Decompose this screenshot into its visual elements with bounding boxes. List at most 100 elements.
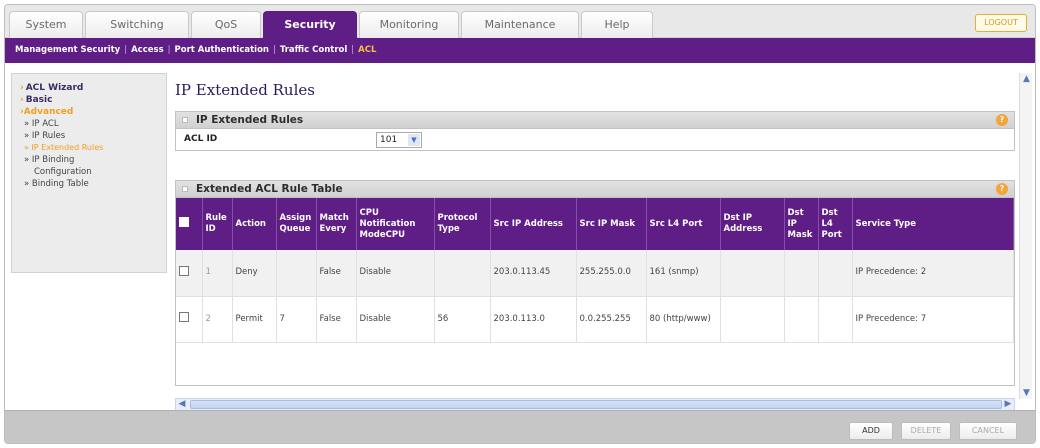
column-header: Src IP Mask — [576, 198, 647, 250]
column-header: Src IP Address — [490, 198, 577, 250]
column-header: Match Every — [316, 198, 357, 250]
rule-table: Rule ID Action Assign Queue Match Every … — [176, 198, 1014, 343]
tab-qos[interactable]: QoS — [191, 11, 261, 38]
section-bullet-icon — [182, 117, 188, 123]
acl-id-value: 101 — [380, 135, 398, 145]
chevron-right-icon: › — [20, 95, 24, 105]
scroll-left-icon[interactable]: ◀ — [176, 399, 188, 410]
table-cell — [784, 296, 819, 343]
scrollbar-thumb[interactable] — [190, 400, 1002, 409]
table-cell: 161 (snmp) — [646, 250, 721, 297]
subnav-separator: | — [167, 45, 171, 55]
left-menu: › ACL Wizard › Basic ›Advanced » IP ACL » … — [11, 73, 167, 273]
sub-navigation: Management Security | Access | Port Authenti… — [5, 38, 1035, 63]
tab-switching[interactable]: Switching — [85, 11, 189, 38]
tab-system[interactable]: System — [9, 11, 83, 38]
app-frame: System Switching QoS Security Monitoring… — [4, 4, 1036, 444]
page-title: IP Extended Rules — [175, 81, 315, 99]
tab-help[interactable]: Help — [581, 11, 653, 38]
menu-item-basic[interactable]: › Basic — [20, 94, 166, 106]
menu-item-ip-extended-rules[interactable]: » IP Extended Rules — [20, 142, 166, 154]
chevron-down-icon[interactable]: ▼ — [408, 134, 420, 146]
select-all-header[interactable] — [176, 198, 203, 250]
scroll-down-icon[interactable]: ▼ — [1020, 387, 1033, 399]
column-header: Assign Queue — [276, 198, 317, 250]
subnav-separator: | — [272, 45, 276, 55]
rule-table-container: Rule ID Action Assign Queue Match Every … — [175, 198, 1015, 386]
table-cell — [784, 250, 819, 297]
column-header: Service Type — [852, 198, 1014, 250]
add-button[interactable]: ADD — [849, 422, 893, 440]
menu-item-ip-binding[interactable]: » IP Binding — [20, 154, 166, 166]
table-cell — [818, 296, 853, 343]
select-all-checkbox[interactable] — [179, 217, 189, 227]
subnav-traffic-control[interactable]: Traffic Control — [280, 45, 347, 55]
section-header: IP Extended Rules ? — [175, 111, 1015, 129]
table-cell: 255.255.0.0 — [576, 250, 647, 297]
logout-button[interactable]: LOGOUT — [975, 14, 1027, 32]
delete-button[interactable]: DELETE — [901, 422, 951, 440]
subnav-access[interactable]: Access — [131, 45, 164, 55]
menu-item-ip-rules[interactable]: » IP Rules — [20, 130, 166, 142]
table-cell: False — [316, 250, 357, 297]
table-cell — [434, 250, 491, 297]
menu-item-ip-binding-configuration[interactable]: Configuration — [20, 166, 166, 178]
main-tab-bar: System Switching QoS Security Monitoring… — [5, 5, 1035, 38]
extended-acl-rule-table-section: Extended ACL Rule Table ? Rule ID Action… — [175, 180, 1015, 386]
ip-extended-rules-section: IP Extended Rules ? ACL ID 101 ▼ — [175, 111, 1015, 151]
section-header: Extended ACL Rule Table ? — [175, 180, 1015, 198]
column-header: Dst IP Address — [720, 198, 785, 250]
subnav-port-authentication[interactable]: Port Authentication — [175, 45, 269, 55]
subnav-separator: | — [124, 45, 128, 55]
table-row[interactable]: 2 Permit 7 False Disable 56 203.0.113.0 … — [176, 296, 1014, 343]
subnav-separator: | — [351, 45, 355, 55]
row-checkbox[interactable] — [179, 312, 189, 322]
table-cell — [720, 250, 785, 297]
table-cell: 203.0.113.0 — [490, 296, 577, 343]
table-cell: 80 (http/www) — [646, 296, 721, 343]
table-header-row: Rule ID Action Assign Queue Match Every … — [176, 198, 1014, 250]
column-header: Protocol Type — [434, 198, 491, 250]
table-cell: Deny — [232, 250, 277, 297]
chevron-right-icon: › — [20, 83, 24, 93]
menu-item-acl-wizard[interactable]: › ACL Wizard — [20, 82, 166, 94]
column-header: Src L4 Port — [646, 198, 721, 250]
column-header: CPU Notification ModeCPU — [356, 198, 435, 250]
scroll-right-icon[interactable]: ▶ — [1002, 399, 1014, 410]
acl-id-row: ACL ID 101 ▼ — [175, 129, 1015, 151]
menu-item-ip-acl[interactable]: » IP ACL — [20, 118, 166, 130]
menu-item-binding-table[interactable]: » Binding Table — [20, 178, 166, 190]
column-header: Action — [232, 198, 277, 250]
table-cell: False — [316, 296, 357, 343]
vertical-scrollbar[interactable]: ▲ ▼ — [1019, 73, 1032, 399]
footer-bar: ADD DELETE CANCEL — [5, 410, 1035, 443]
table-cell: IP Precedence: 7 — [852, 296, 1014, 343]
table-cell: Disable — [356, 250, 435, 297]
table-cell — [720, 296, 785, 343]
tab-maintenance[interactable]: Maintenance — [461, 11, 579, 38]
column-header: Rule ID — [202, 198, 233, 250]
rule-id-link[interactable]: 2 — [202, 296, 233, 343]
help-icon[interactable]: ? — [996, 114, 1008, 126]
subnav-acl[interactable]: ACL — [358, 45, 376, 55]
table-cell: Permit — [232, 296, 277, 343]
tab-monitoring[interactable]: Monitoring — [359, 11, 459, 38]
tab-security[interactable]: Security — [263, 11, 357, 38]
row-select-cell[interactable] — [176, 296, 203, 343]
subnav-management-security[interactable]: Management Security — [15, 45, 120, 55]
section-bullet-icon — [182, 186, 188, 192]
table-cell: IP Precedence: 2 — [852, 250, 1014, 297]
acl-id-select[interactable]: 101 ▼ — [376, 132, 422, 148]
menu-item-advanced[interactable]: ›Advanced — [20, 106, 166, 118]
help-icon[interactable]: ? — [996, 183, 1008, 195]
column-header: Dst IP Mask — [784, 198, 819, 250]
acl-id-label: ACL ID — [184, 134, 218, 144]
table-row[interactable]: 1 Deny False Disable 203.0.113.45 255.25… — [176, 250, 1014, 297]
table-cell — [276, 250, 317, 297]
scroll-up-icon[interactable]: ▲ — [1020, 73, 1033, 85]
cancel-button[interactable]: CANCEL — [959, 422, 1017, 440]
row-select-cell[interactable] — [176, 250, 203, 297]
row-checkbox[interactable] — [179, 265, 189, 276]
rule-id-link[interactable]: 1 — [202, 250, 233, 297]
table-cell — [818, 250, 853, 297]
